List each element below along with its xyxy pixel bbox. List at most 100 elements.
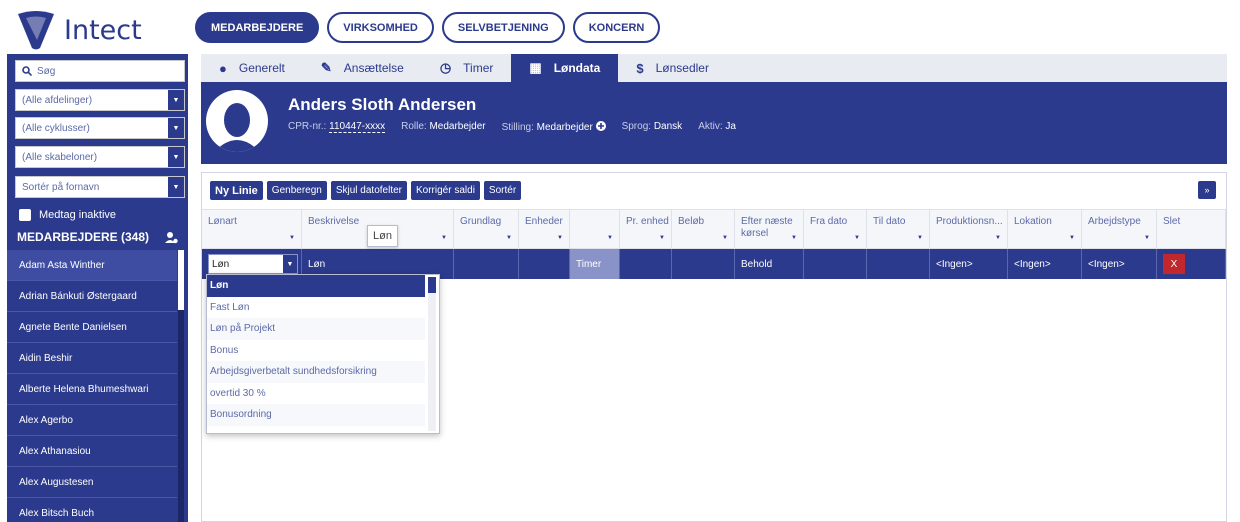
include-inactive-checkbox[interactable]: Medtag inaktive <box>19 209 116 221</box>
per-unit-cell[interactable] <box>620 249 672 279</box>
column-header-amount[interactable]: Beløb ▼ <box>672 210 735 248</box>
employee-list-item[interactable]: Aidin Beshir <box>7 343 177 374</box>
tab-general[interactable]: ● Generelt <box>201 54 303 82</box>
column-header-label: Til dato <box>873 216 906 227</box>
sort-arrow-icon[interactable]: ▼ <box>607 232 613 244</box>
employee-list-item[interactable]: Adam Asta Winther <box>7 250 177 281</box>
expand-button[interactable]: » <box>1198 181 1216 199</box>
sort-arrow-icon[interactable]: ▼ <box>722 232 728 244</box>
dropdown-option[interactable]: Bonusordning <box>207 404 425 426</box>
tab-employment[interactable]: ✎ Ansættelse <box>303 54 422 82</box>
dropdown-option[interactable]: Bonus <box>207 340 425 362</box>
employee-name: Anders Sloth Andersen <box>288 95 477 114</box>
dropdown-option[interactable]: Løn <box>207 275 425 297</box>
column-header-units[interactable]: Enheder ▼ <box>519 210 570 248</box>
after-next-run-cell[interactable]: Behold <box>735 249 804 279</box>
recalculate-button[interactable]: Genberegn <box>266 181 327 200</box>
column-header-location[interactable]: Lokation ▼ <box>1008 210 1082 248</box>
chevron-down-icon: ▼ <box>168 118 184 138</box>
tab-hours-label: Timer <box>463 61 494 75</box>
location-cell[interactable]: <Ingen> <box>1008 249 1082 279</box>
employee-list-item[interactable]: Alex Augustesen <box>7 467 177 498</box>
column-header-to-date[interactable]: Til dato ▼ <box>867 210 930 248</box>
role-value: Medarbejder <box>429 121 486 132</box>
department-filter[interactable]: (Alle afdelinger) ▼ <box>15 89 185 111</box>
employee-list-item[interactable]: Alex Bitsch Buch <box>7 498 177 522</box>
column-header-after-next-run[interactable]: Efter næste kørsel ▼ <box>735 210 804 248</box>
template-filter[interactable]: (Alle skabeloner) ▼ <box>15 146 185 168</box>
units-cell[interactable] <box>519 249 570 279</box>
sort-arrow-icon[interactable]: ▼ <box>506 232 512 244</box>
employee-list-item[interactable]: Agnete Bente Danielsen <box>7 312 177 343</box>
employee-list-item[interactable]: Alex Agerbo <box>7 405 177 436</box>
dropdown-option[interactable]: Arbejdsgiverbetalt sundhedsforsikring <box>207 361 425 383</box>
nav-self-service[interactable]: SELVBETJENING <box>441 12 565 43</box>
cpr-value[interactable]: 110447-xxxx <box>329 121 386 133</box>
active-value: Ja <box>725 121 736 132</box>
production-cell[interactable]: <Ingen> <box>930 249 1008 279</box>
employee-list-scrollbar[interactable] <box>178 250 184 522</box>
work-type-cell[interactable]: <Ingen> <box>1082 249 1157 279</box>
sort-arrow-icon[interactable]: ▼ <box>1144 232 1150 244</box>
from-date-cell[interactable] <box>804 249 867 279</box>
dropdown-scrollbar[interactable] <box>428 277 436 431</box>
salary-type-select[interactable]: Løn ▼ <box>208 254 298 274</box>
sort-arrow-icon[interactable]: ▼ <box>659 232 665 244</box>
tab-hours[interactable]: ◷ Timer <box>422 54 512 82</box>
app-logo[interactable]: Intect <box>14 8 184 52</box>
sort-arrow-icon[interactable]: ▼ <box>1069 232 1075 244</box>
avatar[interactable] <box>206 90 268 152</box>
to-date-cell[interactable] <box>867 249 930 279</box>
sort-arrow-icon[interactable]: ▼ <box>995 232 1001 244</box>
tab-employment-label: Ansættelse <box>343 61 404 75</box>
dropdown-option[interactable]: Fast Løn <box>207 297 425 319</box>
sort-button[interactable]: Sortér <box>483 181 522 200</box>
nav-employees[interactable]: MEDARBEJDERE <box>195 12 320 43</box>
cycle-filter[interactable]: (Alle cyklusser) ▼ <box>15 117 185 139</box>
column-header-label: Beskrivelse <box>308 216 360 227</box>
employee-list-item[interactable]: Alberte Helena Bhumeshwari <box>7 374 177 405</box>
employee-sidebar: Søg (Alle afdelinger) ▼ (Alle cyklusser)… <box>7 54 188 522</box>
sort-arrow-icon[interactable]: ▼ <box>557 232 563 244</box>
unit-type-cell[interactable]: Timer <box>570 249 620 279</box>
sort-arrow-icon[interactable]: ▼ <box>289 232 295 244</box>
employee-list-item[interactable]: Adrian Bánkuti Østergaard <box>7 281 177 312</box>
checkbox-box[interactable] <box>19 209 31 221</box>
nav-company[interactable]: VIRKSOMHED <box>327 12 434 43</box>
dropdown-option[interactable]: Løn på Projekt <box>207 318 425 340</box>
active-field: Aktiv: Ja <box>698 121 736 133</box>
sort-arrow-icon[interactable]: ▼ <box>917 232 923 244</box>
correct-balances-button[interactable]: Korrigér saldi <box>411 181 480 200</box>
search-field[interactable]: Søg <box>15 60 185 82</box>
column-header-label: Arbejdstype <box>1088 216 1141 227</box>
basis-cell[interactable] <box>454 249 519 279</box>
column-header-production[interactable]: Produktionsn... ▼ <box>930 210 1008 248</box>
sort-arrow-icon[interactable]: ▼ <box>791 232 797 244</box>
chevron-down-icon[interactable]: ▼ <box>283 255 297 273</box>
employee-list-item[interactable]: Alex Athanasiou <box>7 436 177 467</box>
tab-salary-data[interactable]: ▦ Løndata <box>511 54 619 82</box>
scrollbar-thumb[interactable] <box>178 250 184 310</box>
dropdown-option[interactable]: overtid 30 % <box>207 383 425 405</box>
column-header-salary-type[interactable]: Lønart ▼ <box>202 210 302 248</box>
add-position-icon[interactable] <box>595 121 606 131</box>
add-user-icon[interactable] <box>165 231 178 244</box>
delete-row-button[interactable]: X <box>1163 254 1185 274</box>
sort-select[interactable]: Sortér på fornavn ▼ <box>15 176 185 198</box>
sort-arrow-icon[interactable]: ▼ <box>441 232 447 244</box>
tab-payslips[interactable]: $ Lønsedler <box>618 54 727 82</box>
sort-arrow-icon[interactable]: ▼ <box>854 232 860 244</box>
column-header-per-unit[interactable]: Pr. enhed ▼ <box>620 210 672 248</box>
amount-cell[interactable] <box>672 249 735 279</box>
position-value: Medarbejder <box>536 122 593 133</box>
new-line-button[interactable]: Ny Linie <box>210 181 263 200</box>
column-header-basis[interactable]: Grundlag ▼ <box>454 210 519 248</box>
tab-general-label: Generelt <box>238 61 285 75</box>
search-placeholder: Søg <box>37 65 56 77</box>
column-header-unit-type[interactable]: ▼ <box>570 210 620 248</box>
column-header-from-date[interactable]: Fra dato ▼ <box>804 210 867 248</box>
hide-date-fields-button[interactable]: Skjul datofelter <box>330 181 407 200</box>
scrollbar-thumb[interactable] <box>428 277 436 293</box>
column-header-work-type[interactable]: Arbejdstype ▼ <box>1082 210 1157 248</box>
nav-group[interactable]: KONCERN <box>572 12 661 43</box>
